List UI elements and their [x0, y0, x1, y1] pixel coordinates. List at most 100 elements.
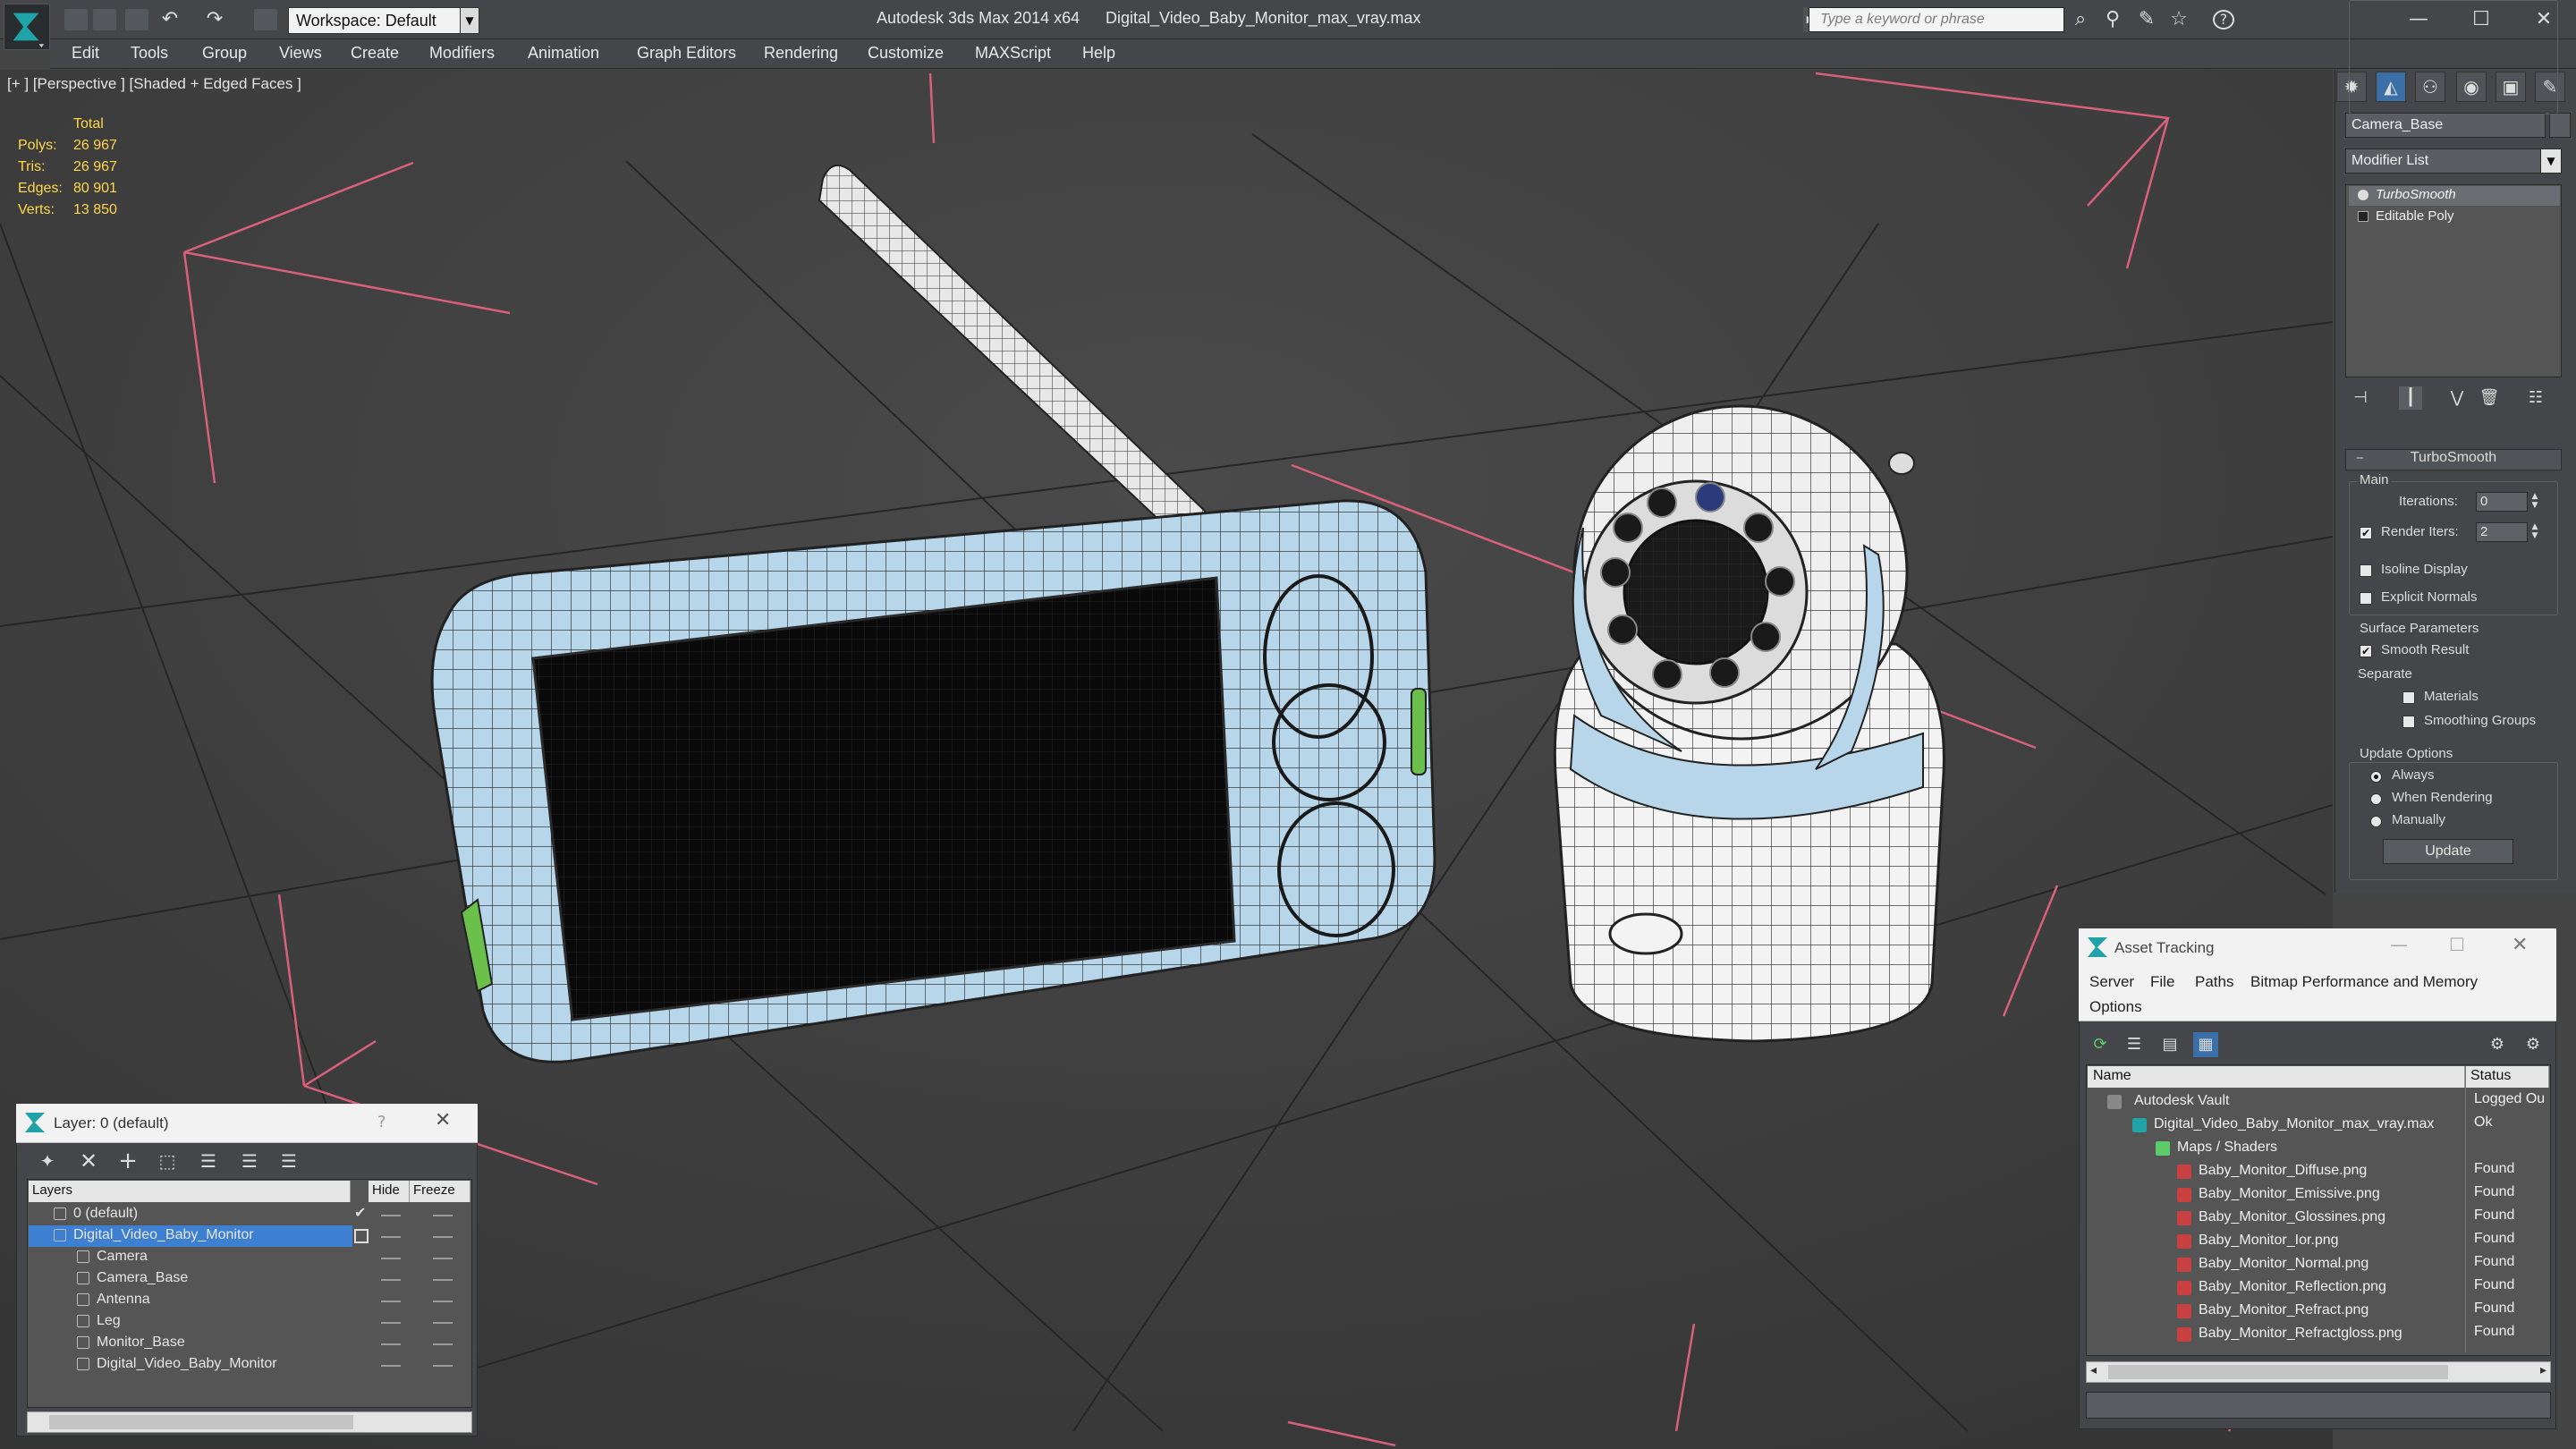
- layer-row[interactable]: Camera: [29, 1247, 352, 1268]
- create-layer-icon[interactable]: ✦: [34, 1148, 61, 1174]
- configure-modifier-sets-icon[interactable]: ☷: [2524, 386, 2547, 410]
- spinner-arrows-icon[interactable]: ▲ ▼: [2529, 522, 2540, 542]
- highlight-layer-icon[interactable]: ☰: [195, 1148, 222, 1174]
- help-icon[interactable]: ?: [377, 1113, 386, 1131]
- show-end-result-icon[interactable]: ┃: [2399, 386, 2422, 410]
- layer-active-box-icon[interactable]: [354, 1229, 369, 1243]
- menu-rendering[interactable]: Rendering: [764, 44, 838, 63]
- asset-menu-paths[interactable]: Paths: [2195, 973, 2233, 991]
- menu-maxscript[interactable]: MAXScript: [975, 44, 1051, 63]
- search-input[interactable]: Type a keyword or phrase: [1809, 7, 2064, 32]
- viewport-label[interactable]: [+ ] [Perspective ] [Shaded + Edged Face…: [7, 75, 301, 93]
- scrollbar-thumb[interactable]: [2108, 1365, 2448, 1379]
- scroll-left-icon[interactable]: ◂: [2090, 1363, 2097, 1377]
- menu-animation[interactable]: Animation: [528, 44, 599, 63]
- delete-layer-icon[interactable]: ✕: [75, 1148, 102, 1174]
- menu-edit[interactable]: Edit: [72, 44, 99, 63]
- freeze-all-layers-icon[interactable]: ☰: [275, 1148, 302, 1174]
- materials-checkbox[interactable]: [2402, 691, 2415, 704]
- hide-toggle[interactable]: [381, 1365, 401, 1367]
- menu-modifiers[interactable]: Modifiers: [429, 44, 495, 63]
- minimize-icon[interactable]: —: [2390, 934, 2408, 955]
- scrollbar-thumb[interactable]: [49, 1415, 353, 1429]
- asset-row[interactable]: Maps / Shaders: [2088, 1138, 2549, 1160]
- close-icon[interactable]: ✕: [2512, 934, 2528, 956]
- rollout-collapse-icon[interactable]: −: [2356, 451, 2364, 466]
- favorites-star-icon[interactable]: ☆: [2168, 10, 2190, 30]
- asset-menu-server[interactable]: Server: [2089, 973, 2134, 991]
- freeze-toggle[interactable]: [433, 1322, 453, 1324]
- menu-views[interactable]: Views: [279, 44, 322, 63]
- object-name-field[interactable]: Camera_Base: [2345, 113, 2546, 138]
- layer-row[interactable]: Antenna: [29, 1290, 352, 1311]
- bulb-icon[interactable]: [2358, 190, 2368, 200]
- freeze-toggle[interactable]: [433, 1365, 453, 1367]
- layer-row[interactable]: Digital_Video_Baby_Monitor: [29, 1354, 352, 1376]
- select-in-layer-icon[interactable]: ⬚: [154, 1148, 181, 1174]
- horizontal-scrollbar[interactable]: ◂ ▸: [2086, 1361, 2551, 1383]
- iterations-spinner[interactable]: 0: [2476, 492, 2528, 512]
- layer-row-selected[interactable]: Digital_Video_Baby_Monitor: [29, 1225, 352, 1247]
- smooth-result-checkbox[interactable]: ✔: [2360, 645, 2372, 657]
- pin-stack-icon[interactable]: ⊣: [2349, 386, 2372, 410]
- layers-column-header[interactable]: Layers: [29, 1181, 351, 1202]
- hide-toggle[interactable]: [381, 1279, 401, 1281]
- freeze-toggle[interactable]: [433, 1343, 453, 1345]
- undo-icon[interactable]: ↶: [159, 10, 181, 30]
- name-column-header[interactable]: Name: [2088, 1066, 2465, 1088]
- expand-icon[interactable]: [2358, 211, 2368, 222]
- explicit-normals-checkbox[interactable]: [2360, 592, 2372, 605]
- manually-radio[interactable]: [2370, 816, 2382, 827]
- horizontal-scrollbar[interactable]: [27, 1411, 472, 1433]
- chevron-down-icon[interactable]: ▼: [460, 7, 479, 34]
- app-logo-icon[interactable]: [4, 4, 50, 50]
- freeze-toggle[interactable]: [433, 1236, 453, 1238]
- update-button[interactable]: Update: [2383, 839, 2513, 864]
- workspace-dropdown[interactable]: Workspace: Default: [288, 7, 478, 34]
- when-rendering-radio[interactable]: [2370, 793, 2382, 805]
- remove-modifier-icon[interactable]: 🗑: [2478, 386, 2501, 410]
- hide-toggle[interactable]: [381, 1301, 401, 1302]
- status-column-header[interactable]: Status: [2465, 1066, 2549, 1088]
- freeze-toggle[interactable]: [433, 1279, 453, 1281]
- open-file-icon[interactable]: [93, 9, 116, 30]
- turbosmooth-rollout-header[interactable]: TurboSmooth: [2345, 449, 2562, 470]
- layer-row[interactable]: Camera_Base: [29, 1268, 352, 1290]
- asset-menu-file[interactable]: File: [2150, 973, 2174, 991]
- menu-create[interactable]: Create: [351, 44, 399, 63]
- hide-toggle[interactable]: [381, 1343, 401, 1345]
- object-color-swatch[interactable]: [2549, 113, 2571, 138]
- menu-group[interactable]: Group: [202, 44, 247, 63]
- maximize-icon[interactable]: ☐: [2449, 934, 2465, 955]
- grid-view-icon[interactable]: ▦: [2193, 1032, 2218, 1057]
- close-icon[interactable]: ✕: [435, 1109, 451, 1131]
- smoothing-groups-checkbox[interactable]: [2402, 716, 2415, 728]
- save-file-icon[interactable]: [125, 9, 148, 30]
- render-iters-checkbox[interactable]: ✔: [2360, 527, 2372, 539]
- asset-menu-bitmap-performance[interactable]: Bitmap Performance and Memory: [2250, 973, 2478, 991]
- redo-icon[interactable]: ↷: [204, 10, 225, 30]
- refresh-icon[interactable]: ⟳: [2088, 1032, 2113, 1057]
- asset-menu-options[interactable]: Options: [2089, 998, 2142, 1016]
- menu-customize[interactable]: Customize: [868, 44, 944, 63]
- thumbnail-view-icon[interactable]: ▤: [2157, 1032, 2182, 1057]
- freeze-toggle[interactable]: [433, 1215, 453, 1216]
- current-layer-check-icon[interactable]: ✔: [354, 1204, 366, 1221]
- new-file-icon[interactable]: [64, 9, 88, 30]
- camera-mesh[interactable]: [1553, 404, 1945, 1043]
- modifier-list-dropdown[interactable]: Modifier List: [2345, 148, 2562, 174]
- project-folder-icon[interactable]: [254, 9, 277, 30]
- menu-graph-editors[interactable]: Graph Editors: [637, 44, 736, 63]
- communication-icon[interactable]: ✎: [2136, 10, 2157, 30]
- freeze-column-header[interactable]: Freeze: [410, 1181, 470, 1202]
- spinner-arrows-icon[interactable]: ▲ ▼: [2529, 492, 2540, 512]
- stack-item-turbosmooth[interactable]: TurboSmooth: [2349, 186, 2560, 206]
- subscription-icon[interactable]: ⚲: [2102, 10, 2123, 30]
- scroll-right-icon[interactable]: ▸: [2540, 1363, 2546, 1377]
- make-unique-icon[interactable]: ⋁: [2445, 386, 2469, 410]
- freeze-toggle[interactable]: [433, 1301, 453, 1302]
- freeze-toggle[interactable]: [433, 1258, 453, 1259]
- hide-toggle[interactable]: [381, 1322, 401, 1324]
- add-to-layer-icon[interactable]: +: [114, 1148, 141, 1174]
- layer-row[interactable]: Monitor_Base: [29, 1333, 352, 1354]
